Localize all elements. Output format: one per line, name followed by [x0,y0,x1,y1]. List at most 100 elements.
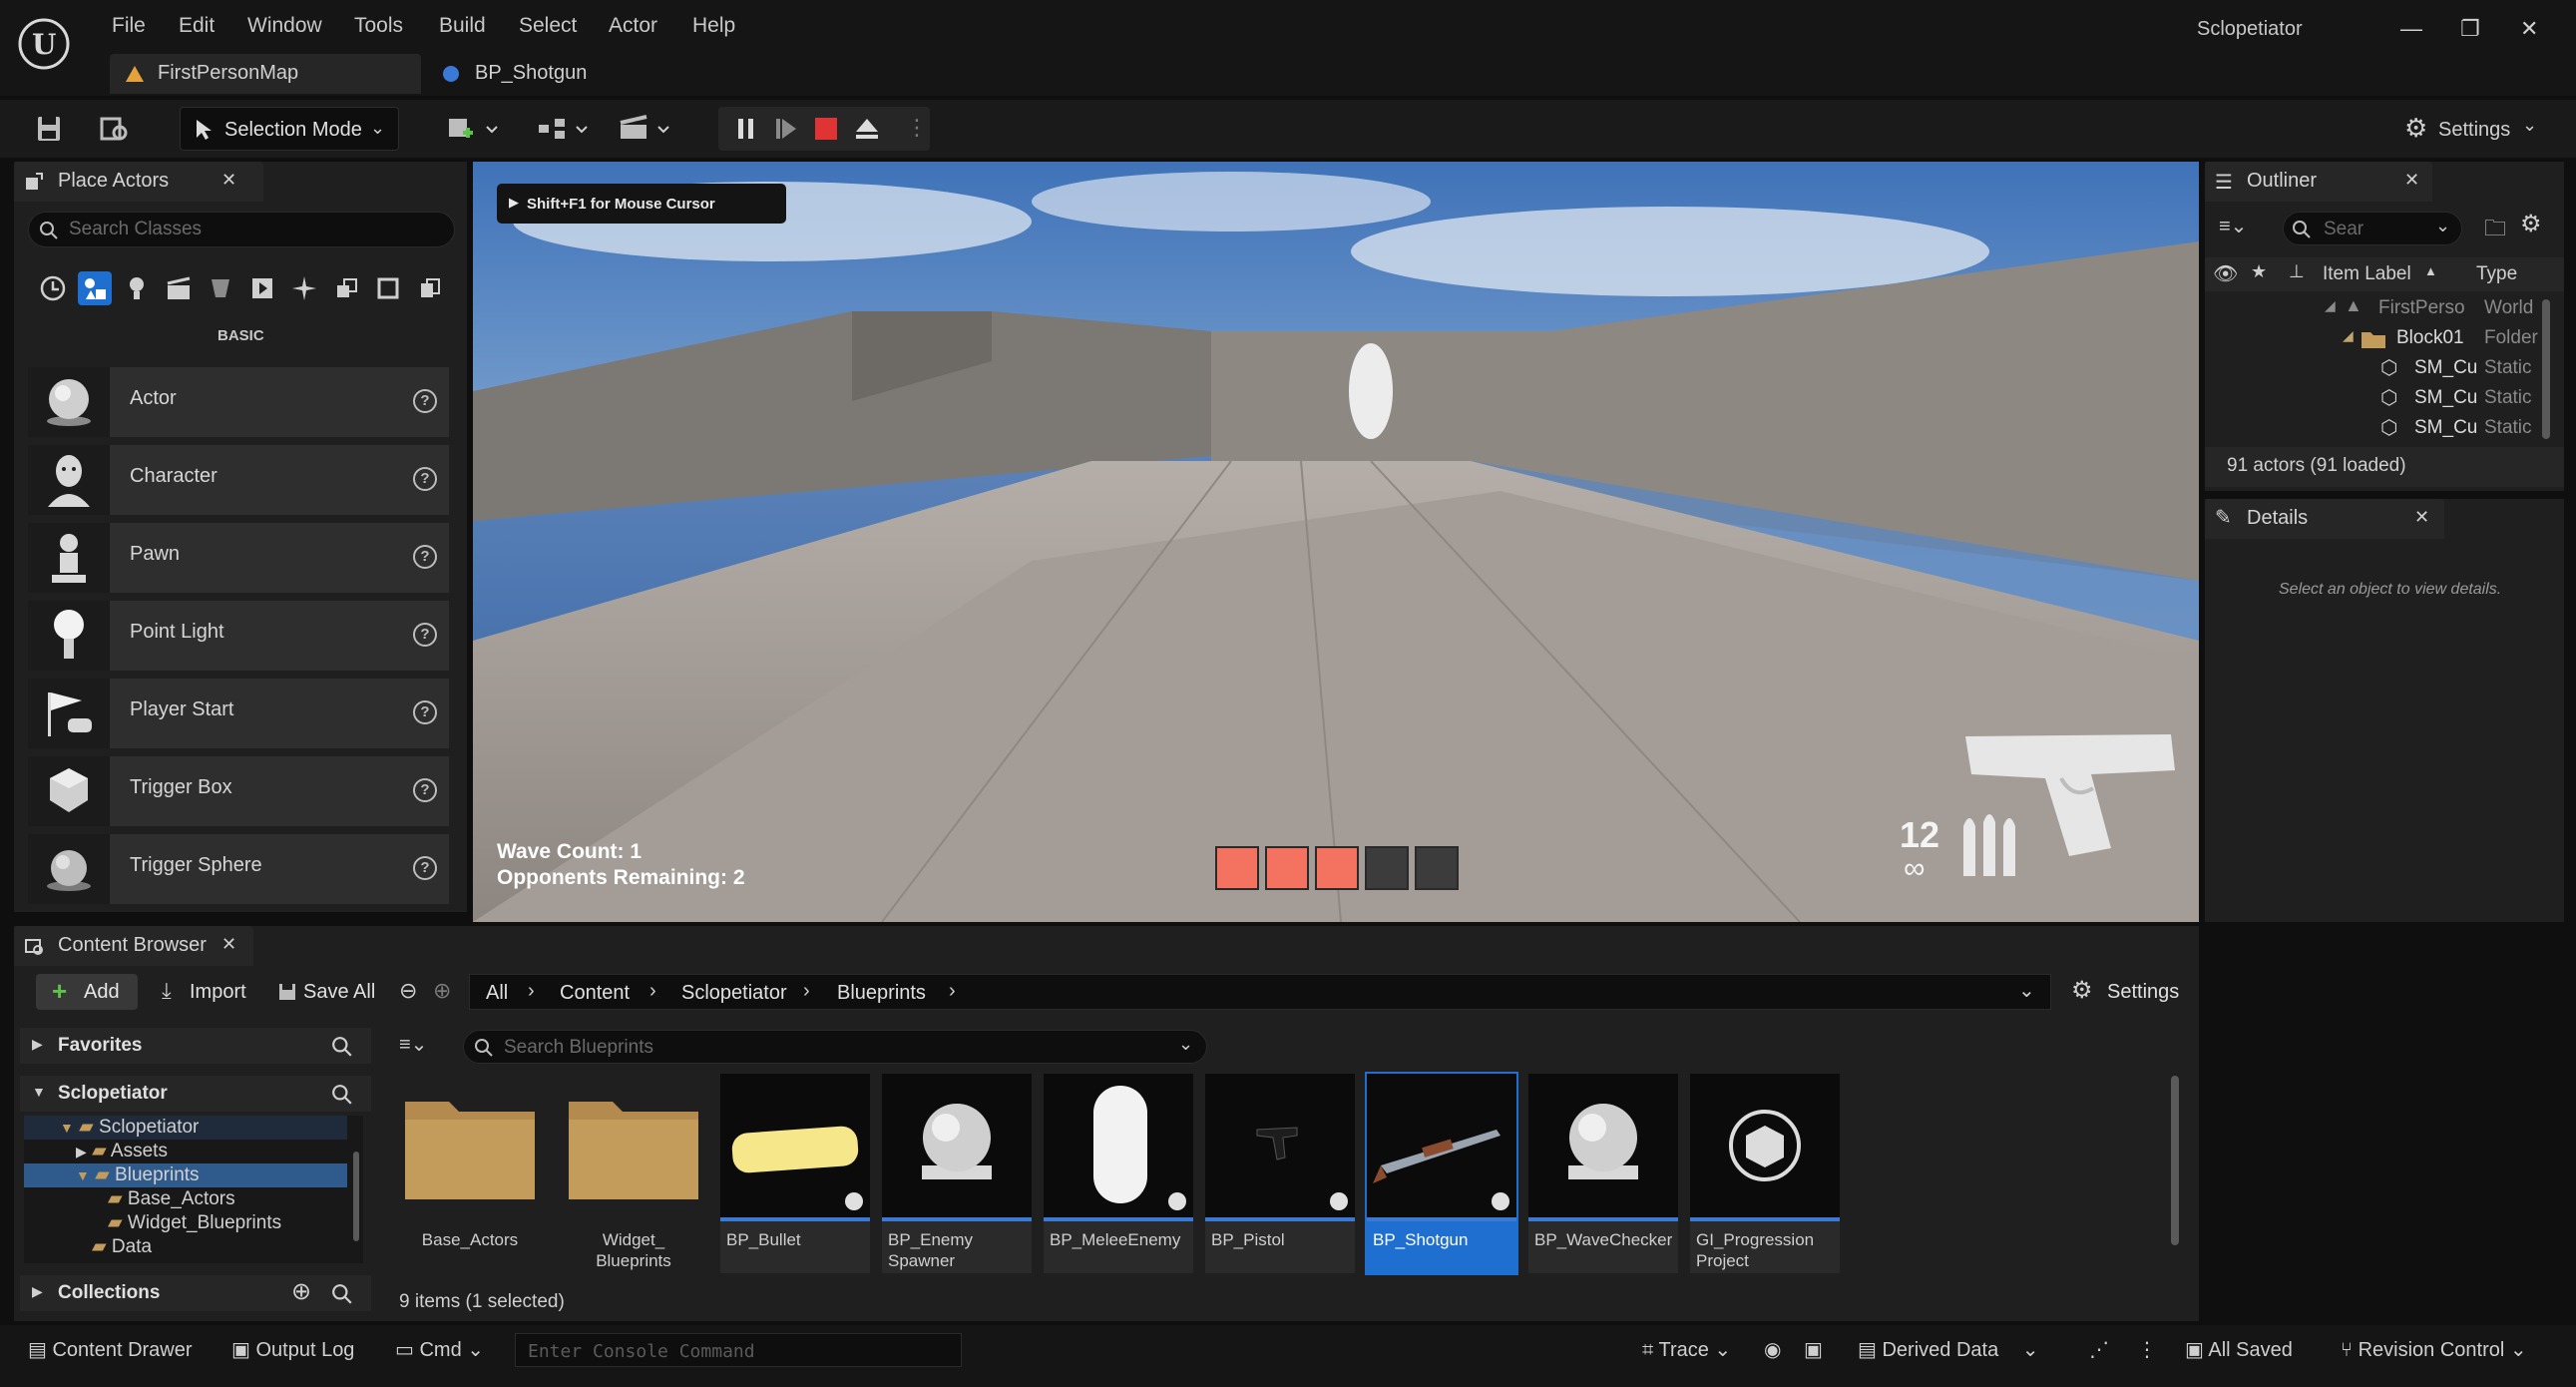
outliner-scrollbar[interactable] [2542,299,2550,439]
filter-icon[interactable]: ≡⌄ [399,1032,427,1057]
add-folder-icon[interactable]: 🗀 [2484,212,2506,249]
level-viewport[interactable]: Shift+F1 for Mouse Cursor ▶ Wave Count: … [473,162,2199,922]
search-icon[interactable] [331,1283,353,1305]
menu-edit[interactable]: Edit [179,14,215,38]
close-icon[interactable]: ✕ [2404,170,2419,191]
help-icon[interactable]: ? [413,623,437,647]
more-options-icon[interactable]: ⋮ [906,115,928,141]
tree-item-widget-blueprints[interactable]: ▰ Widget_Blueprints [108,1211,281,1234]
menu-file[interactable]: File [112,14,146,38]
pin-icon[interactable]: ⊥ [2289,261,2305,282]
collections-header[interactable]: ▶ Collections ⊕ [20,1275,371,1311]
outliner-row[interactable]: ⬡ SM_Cu Static [2205,385,2544,415]
tree-item-blueprints[interactable]: ▼ ▰ Blueprints [76,1163,200,1186]
cinematic-icon[interactable] [162,271,196,305]
bandwidth-icon[interactable]: ⋰ [2089,1337,2109,1362]
help-icon[interactable]: ? [413,545,437,569]
restore-icon[interactable]: ❐ [2460,16,2480,42]
actor-item-trigger-sphere[interactable]: Trigger Sphere? [28,834,449,904]
tab-bp-shotgun[interactable]: BP_Shotgun [427,54,686,94]
help-icon[interactable]: ? [413,700,437,724]
selection-mode-dropdown[interactable]: Selection Mode ⌄ [180,107,399,151]
forward-icon[interactable]: ⊕ [433,978,451,1004]
breadcrumb-content[interactable]: Content [560,982,630,1005]
tab-firstpersonmap[interactable]: FirstPersonMap [110,54,421,94]
more-options-icon[interactable]: ⋮ [2137,1337,2157,1362]
visual-effects-icon[interactable] [204,271,237,305]
all-classes-icon[interactable] [329,271,363,305]
help-icon[interactable]: ? [413,389,437,413]
skip-frame-icon[interactable] [774,117,798,141]
favorites-header[interactable]: ▶ Favorites [20,1028,371,1064]
menu-help[interactable]: Help [692,14,735,38]
menu-window[interactable]: Window [247,14,322,38]
star-icon[interactable]: ★ [2251,261,2267,282]
gear-icon[interactable]: ⚙ [2520,210,2542,238]
help-icon[interactable]: ? [413,778,437,802]
geometry-icon[interactable] [245,271,279,305]
pause-icon[interactable] [734,117,758,141]
back-icon[interactable]: ⊖ [399,978,417,1004]
search-classes-input[interactable]: Search Classes [28,212,455,247]
menu-select[interactable]: Select [519,14,577,38]
asset-bp-pistol[interactable]: BP_Pistol [1205,1074,1355,1273]
save-all-button[interactable]: Save All [275,974,385,1010]
recent-icon[interactable] [36,271,70,305]
outliner-search-input[interactable]: Sear ⌄ [2283,212,2462,245]
tree-item-assets[interactable]: ▶ ▰ Assets [76,1140,168,1162]
asset-bp-shotgun[interactable]: BP_Shotgun [1365,1072,1518,1275]
add-actor-icon[interactable] [439,107,509,151]
asset-gi-progression-project[interactable]: GI_Progression Project [1690,1074,1840,1273]
tree-item-base-actors[interactable]: ▰ Base_Actors [108,1187,235,1210]
cinematics-icon[interactable] [611,107,680,151]
column-item-label[interactable]: Item Label [2323,263,2411,285]
derived-data-dropdown[interactable]: ▤ Derived Data ⌄ [1858,1337,2039,1362]
tree-item-sclopetiator[interactable]: ▼ ▰ Sclopetiator [60,1116,199,1139]
menu-build[interactable]: Build [439,14,486,38]
tree-item-data[interactable]: ▰ Data [92,1235,152,1258]
breadcrumb-sclopetiator[interactable]: Sclopetiator [681,982,787,1005]
volumes-icon[interactable] [287,271,321,305]
search-icon[interactable] [331,1084,353,1106]
tab-outliner[interactable]: ☰ Outliner ✕ [2205,162,2432,202]
asset-folder-widget-blueprints[interactable]: Widget_ Blueprints [559,1074,708,1273]
assets-scrollbar[interactable] [2171,1076,2179,1245]
asset-bp-melee-enemy[interactable]: BP_MeleeEnemy [1044,1074,1193,1273]
help-icon[interactable]: ? [413,467,437,491]
actor-item-point-light[interactable]: Point Light? [28,601,449,671]
outliner-row[interactable]: ◢ Block01 Folder [2205,325,2544,355]
actor-item-trigger-box[interactable]: Trigger Box? [28,756,449,826]
tab-place-actors[interactable]: Place Actors ✕ [14,162,263,202]
chevron-down-icon[interactable]: ⌄ [2018,978,2035,1003]
content-drawer-button[interactable]: ▤ Content Drawer [28,1337,193,1362]
record-icon[interactable]: ◉ [1764,1337,1781,1362]
trace-dropdown[interactable]: ⌗ Trace ⌄ [1642,1337,1731,1362]
close-icon[interactable]: ✕ [2520,16,2538,42]
visibility-icon[interactable]: 👁 [2213,261,2238,286]
menu-actor[interactable]: Actor [609,14,657,38]
add-button[interactable]: + Add [36,974,138,1010]
tab-content-browser[interactable]: Content Browser ✕ [14,926,253,966]
search-icon[interactable] [331,1036,353,1058]
more-icon[interactable] [413,271,447,305]
cmd-dropdown[interactable]: ▭ Cmd ⌄ [395,1337,484,1362]
outliner-row[interactable]: ⬡ SM_Cu Static [2205,415,2544,445]
lights-icon[interactable] [120,271,154,305]
expand-arrow-icon[interactable]: ◢ [2325,297,2336,314]
column-type[interactable]: Type [2476,263,2517,285]
search-blueprints-input[interactable]: Search Blueprints ⌄ [463,1030,1207,1064]
filter-icon[interactable]: ≡⌄ [2219,214,2247,238]
outliner-row[interactable]: ⬡ SM_Cu Static [2205,355,2544,385]
tree-scrollbar[interactable] [353,1152,359,1241]
minimize-icon[interactable]: — [2400,16,2422,42]
blueprint-menu-icon[interactable] [529,107,599,151]
close-icon[interactable]: ✕ [221,170,236,191]
breadcrumb-all[interactable]: All [486,982,508,1005]
add-collection-icon[interactable]: ⊕ [291,1277,311,1306]
stop-icon[interactable] [814,117,838,141]
breadcrumb-blueprints[interactable]: Blueprints [837,982,926,1005]
tab-details[interactable]: ✎ Details ✕ [2205,499,2444,539]
actor-item-pawn[interactable]: Pawn? [28,523,449,593]
asset-bp-enemy-spawner[interactable]: BP_Enemy Spawner [882,1074,1032,1273]
asset-folder-base-actors[interactable]: Base_Actors [395,1074,545,1273]
